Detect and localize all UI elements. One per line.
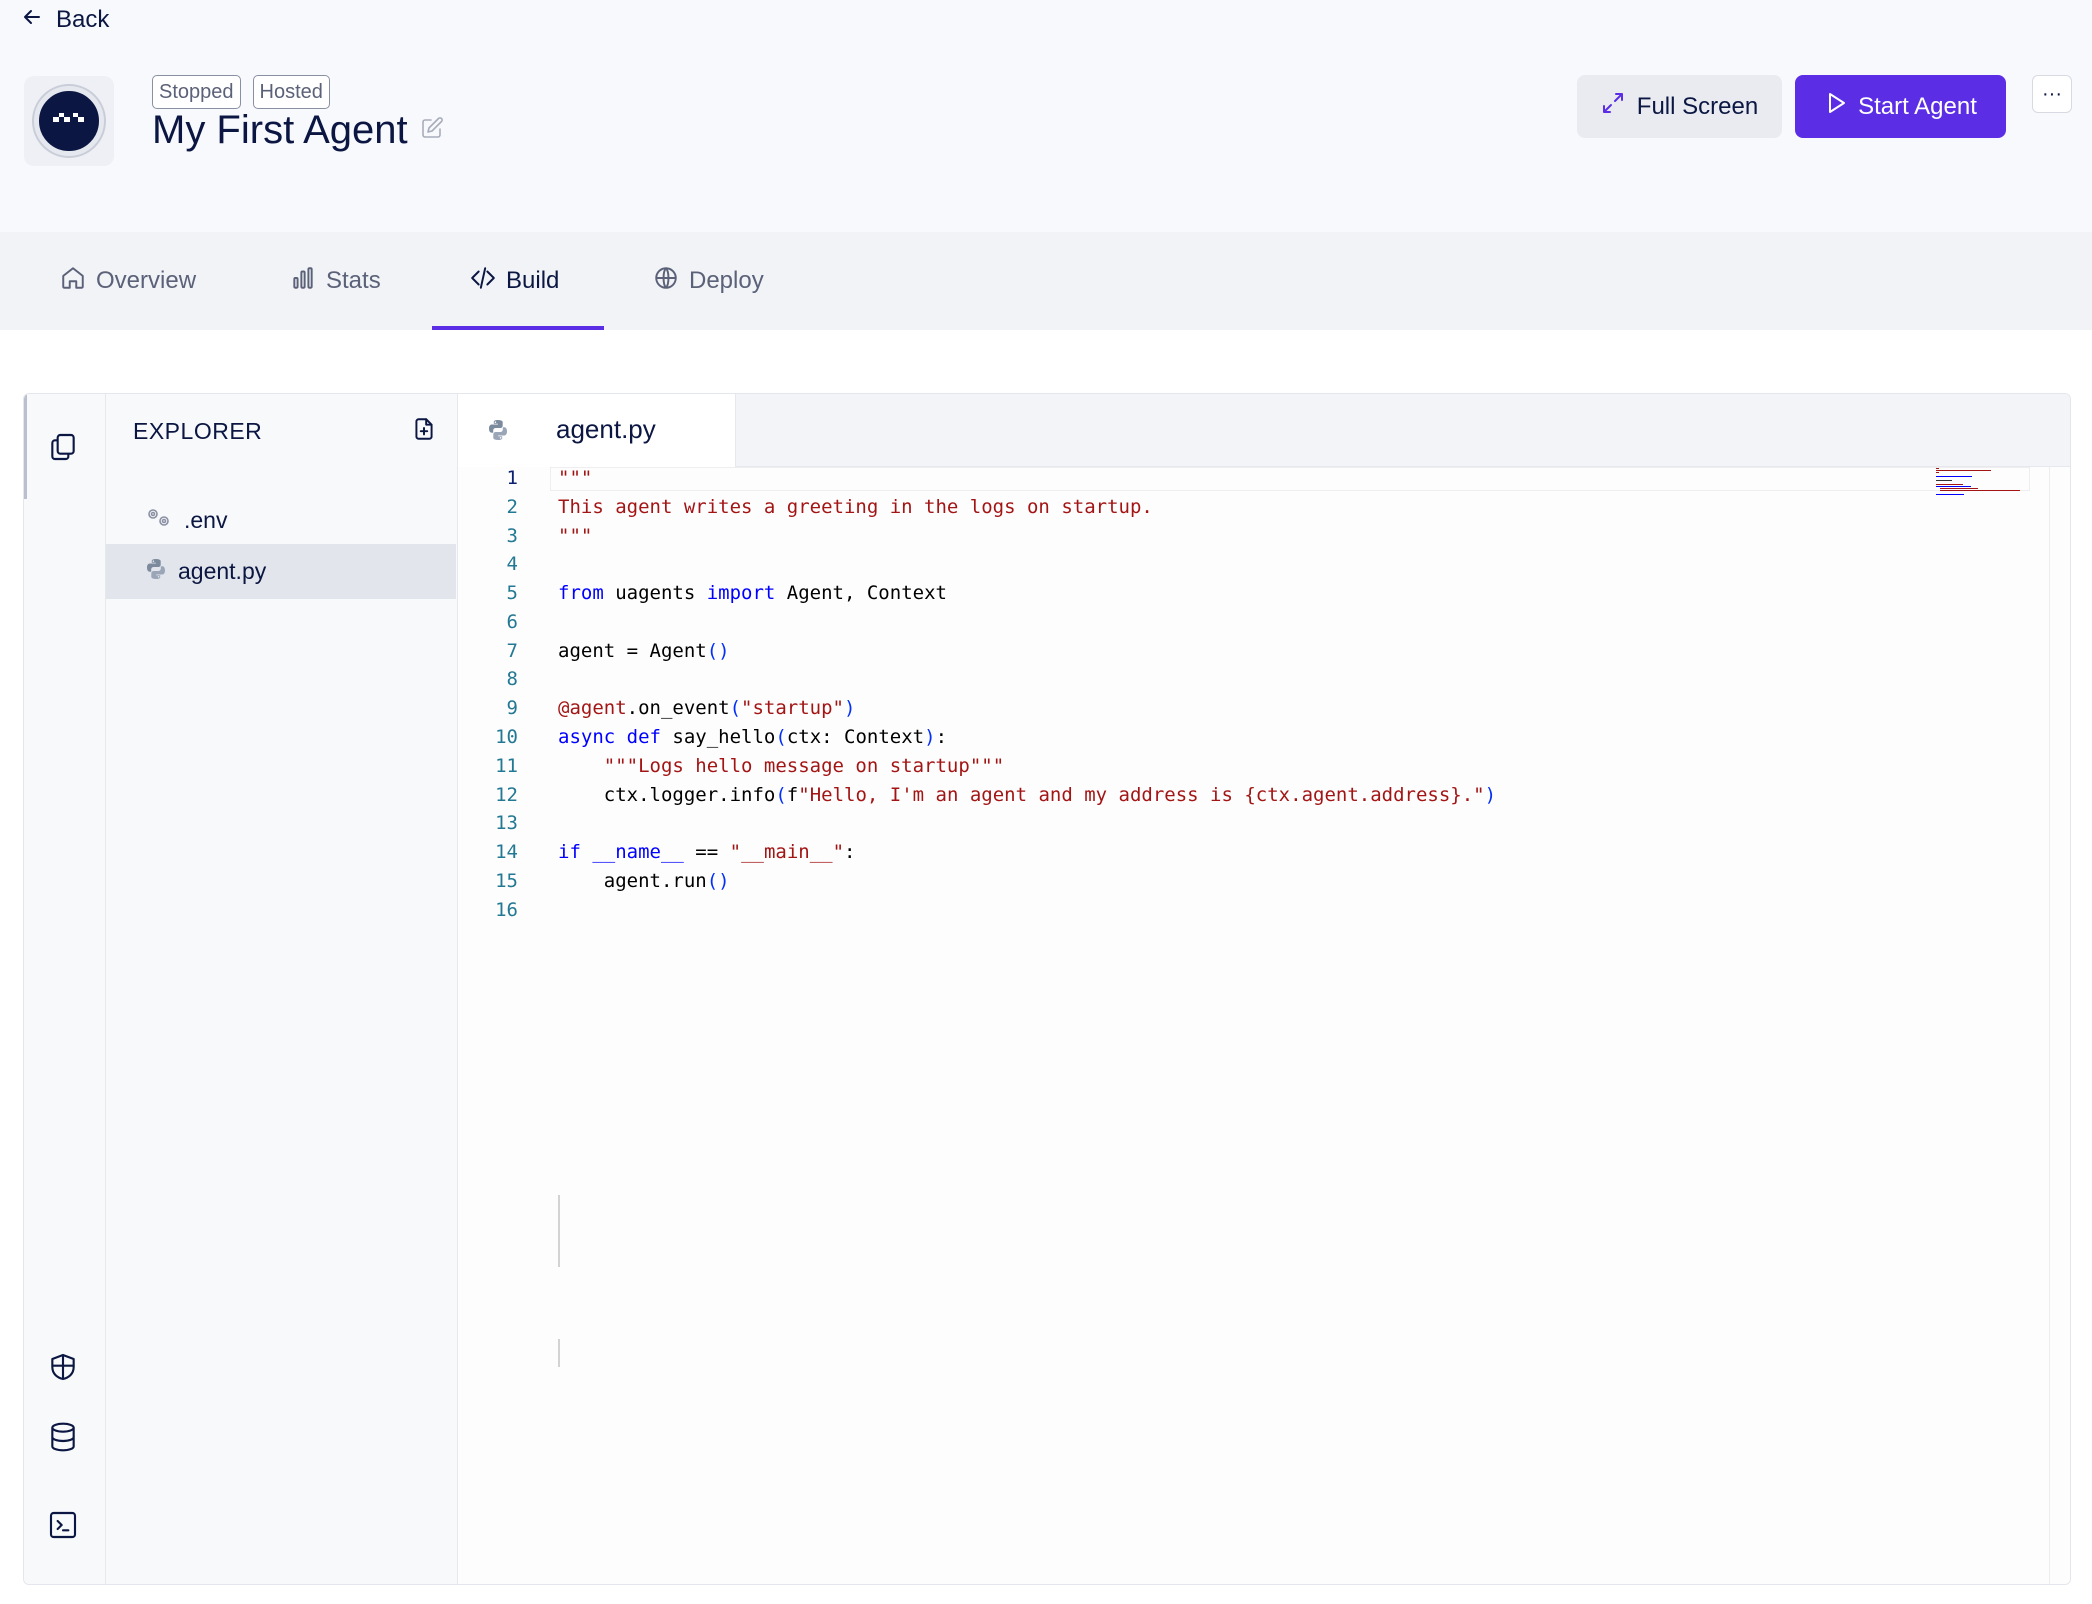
line-number: 7: [506, 640, 518, 662]
line-number: 3: [506, 525, 518, 547]
activity-bar: [24, 394, 106, 1584]
home-icon: [60, 265, 86, 298]
code-icon: [470, 265, 496, 298]
active-tab-indicator: [432, 326, 604, 330]
editor-tab-strip: agent.py: [458, 394, 2070, 467]
line-number: 12: [495, 784, 518, 806]
agent-avatar: [24, 76, 114, 166]
page-header: Back Stopped Hosted My First Agent Full …: [0, 0, 2092, 232]
editor-tab-label: agent.py: [556, 414, 656, 444]
line-number: 15: [495, 870, 518, 892]
tab-bar: Overview Stats Build Deploy: [0, 232, 2092, 330]
file-item-agent-py[interactable]: agent.py: [106, 544, 456, 599]
play-icon: [1824, 91, 1848, 122]
line-number: 5: [506, 582, 518, 604]
terminal-icon[interactable]: [45, 1507, 81, 1543]
line-number: 8: [506, 668, 518, 690]
line-number: 10: [495, 726, 518, 748]
code-line: """: [558, 467, 593, 489]
code-line: async def say_hello(ctx: Context):: [558, 726, 948, 748]
minimap[interactable]: [1936, 467, 2026, 497]
code-line: from uagents import Agent, Context: [558, 582, 947, 604]
back-button[interactable]: Back: [20, 4, 109, 36]
full-screen-button[interactable]: Full Screen: [1577, 75, 1782, 138]
code-line: @agent.on_event("startup"): [558, 697, 856, 719]
expand-icon: [1601, 91, 1625, 122]
edit-icon[interactable]: [420, 116, 444, 145]
database-icon[interactable]: [45, 1419, 81, 1455]
code-line: ctx.logger.info(f"Hello, I'm an agent an…: [558, 784, 1497, 806]
python-icon: [486, 418, 510, 447]
arrow-left-icon: [20, 5, 44, 36]
file-name: .env: [184, 507, 228, 533]
robot-icon: [34, 86, 104, 156]
code-line: """: [558, 525, 593, 547]
file-explorer: EXPLORER .env agent.py: [106, 394, 458, 1584]
full-screen-label: Full Screen: [1636, 92, 1759, 120]
back-label: Back: [56, 6, 110, 33]
title-row: My First Agent: [152, 108, 444, 153]
activity-active-indicator: [24, 394, 27, 499]
code-line: """Logs hello message on startup""": [603, 755, 1005, 777]
globe-icon: [653, 265, 679, 298]
files-icon[interactable]: [45, 429, 81, 465]
editor-pane: agent.py 1 2 3 4 5 6 7 8 9 10 11 12 13 1…: [458, 394, 2070, 1584]
new-file-icon[interactable]: [411, 416, 437, 442]
tab-overview-label: Overview: [96, 267, 197, 294]
current-line-highlight: [550, 467, 2030, 491]
code-line: if __name__ == "__main__":: [558, 841, 856, 863]
line-number: 16: [495, 899, 518, 921]
status-badges: Stopped Hosted: [152, 75, 330, 109]
line-number: 14: [495, 841, 518, 863]
tab-deploy-label: Deploy: [689, 267, 764, 294]
code-editor-panel: EXPLORER .env agent.py agent.py 1 2 3 4 …: [23, 393, 2071, 1585]
hosting-badge: Hosted: [252, 75, 330, 109]
tab-build[interactable]: Build: [470, 232, 559, 330]
settings-gears-icon: [144, 505, 174, 537]
bar-chart-icon: [290, 265, 316, 298]
status-badge: Stopped: [152, 75, 241, 109]
tab-stats[interactable]: Stats: [290, 232, 381, 330]
code-line: This agent writes a greeting in the logs…: [558, 496, 1153, 518]
code-area[interactable]: 1 2 3 4 5 6 7 8 9 10 11 12 13 14 15 16 "…: [458, 467, 2070, 1584]
editor-tab-agent-py[interactable]: agent.py: [458, 394, 736, 467]
code-line: agent.run(): [558, 870, 730, 892]
indent-guide: [558, 1195, 560, 1267]
editor-scrollbar[interactable]: [2048, 467, 2050, 1584]
file-name: agent.py: [178, 558, 267, 584]
file-item-env[interactable]: .env: [106, 493, 456, 548]
tab-stats-label: Stats: [326, 267, 381, 294]
more-icon: ···: [2042, 82, 2062, 105]
line-number: 6: [506, 611, 518, 633]
line-number: 13: [495, 812, 518, 834]
line-number: 11: [495, 755, 518, 777]
tab-deploy[interactable]: Deploy: [653, 232, 764, 330]
explorer-title: EXPLORER: [133, 418, 263, 444]
indent-guide: [558, 1339, 560, 1367]
line-number: 9: [506, 697, 518, 719]
line-number: 1: [506, 467, 518, 489]
tab-build-label: Build: [506, 267, 560, 294]
page-title: My First Agent: [152, 108, 408, 152]
shield-icon[interactable]: [45, 1349, 81, 1385]
line-number: 2: [506, 496, 518, 518]
line-number: 4: [506, 553, 518, 575]
start-agent-button[interactable]: Start Agent: [1795, 75, 2006, 138]
python-icon: [144, 557, 168, 587]
more-options-button[interactable]: ···: [2032, 75, 2072, 113]
start-agent-label: Start Agent: [1858, 92, 1977, 120]
tab-overview[interactable]: Overview: [60, 232, 196, 330]
code-line: agent = Agent(): [558, 640, 730, 662]
